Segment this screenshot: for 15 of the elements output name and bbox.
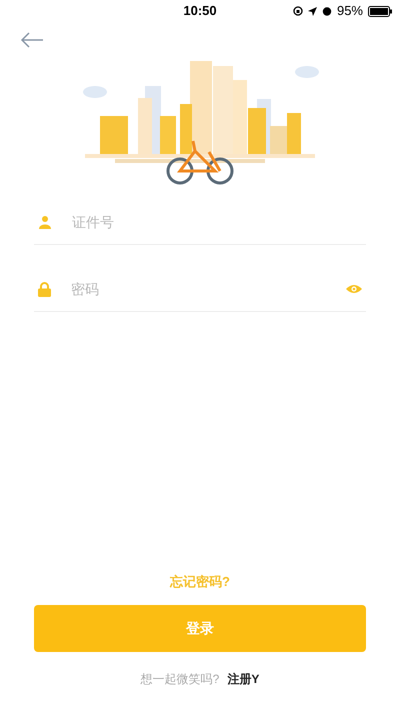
password-field[interactable]: 密码 xyxy=(71,278,326,300)
lock-icon xyxy=(38,282,51,296)
eye-icon[interactable] xyxy=(346,284,362,294)
login-button[interactable]: 登录 xyxy=(34,605,366,652)
orientation-lock-icon xyxy=(292,6,303,16)
signup-link[interactable]: 注册Y xyxy=(227,670,260,688)
status-time: 10:50 xyxy=(183,2,217,20)
signup-prompt: 想一起微笑吗? xyxy=(140,671,220,688)
id-number-field[interactable]: 证件号 xyxy=(72,212,366,232)
forgot-password-link[interactable]: 忘记密码? xyxy=(170,572,230,591)
person-icon xyxy=(38,215,52,229)
back-button[interactable] xyxy=(18,30,46,50)
location-arrow-icon xyxy=(308,6,317,16)
battery-percent: 95% xyxy=(336,2,363,20)
battery-icon xyxy=(368,6,392,16)
